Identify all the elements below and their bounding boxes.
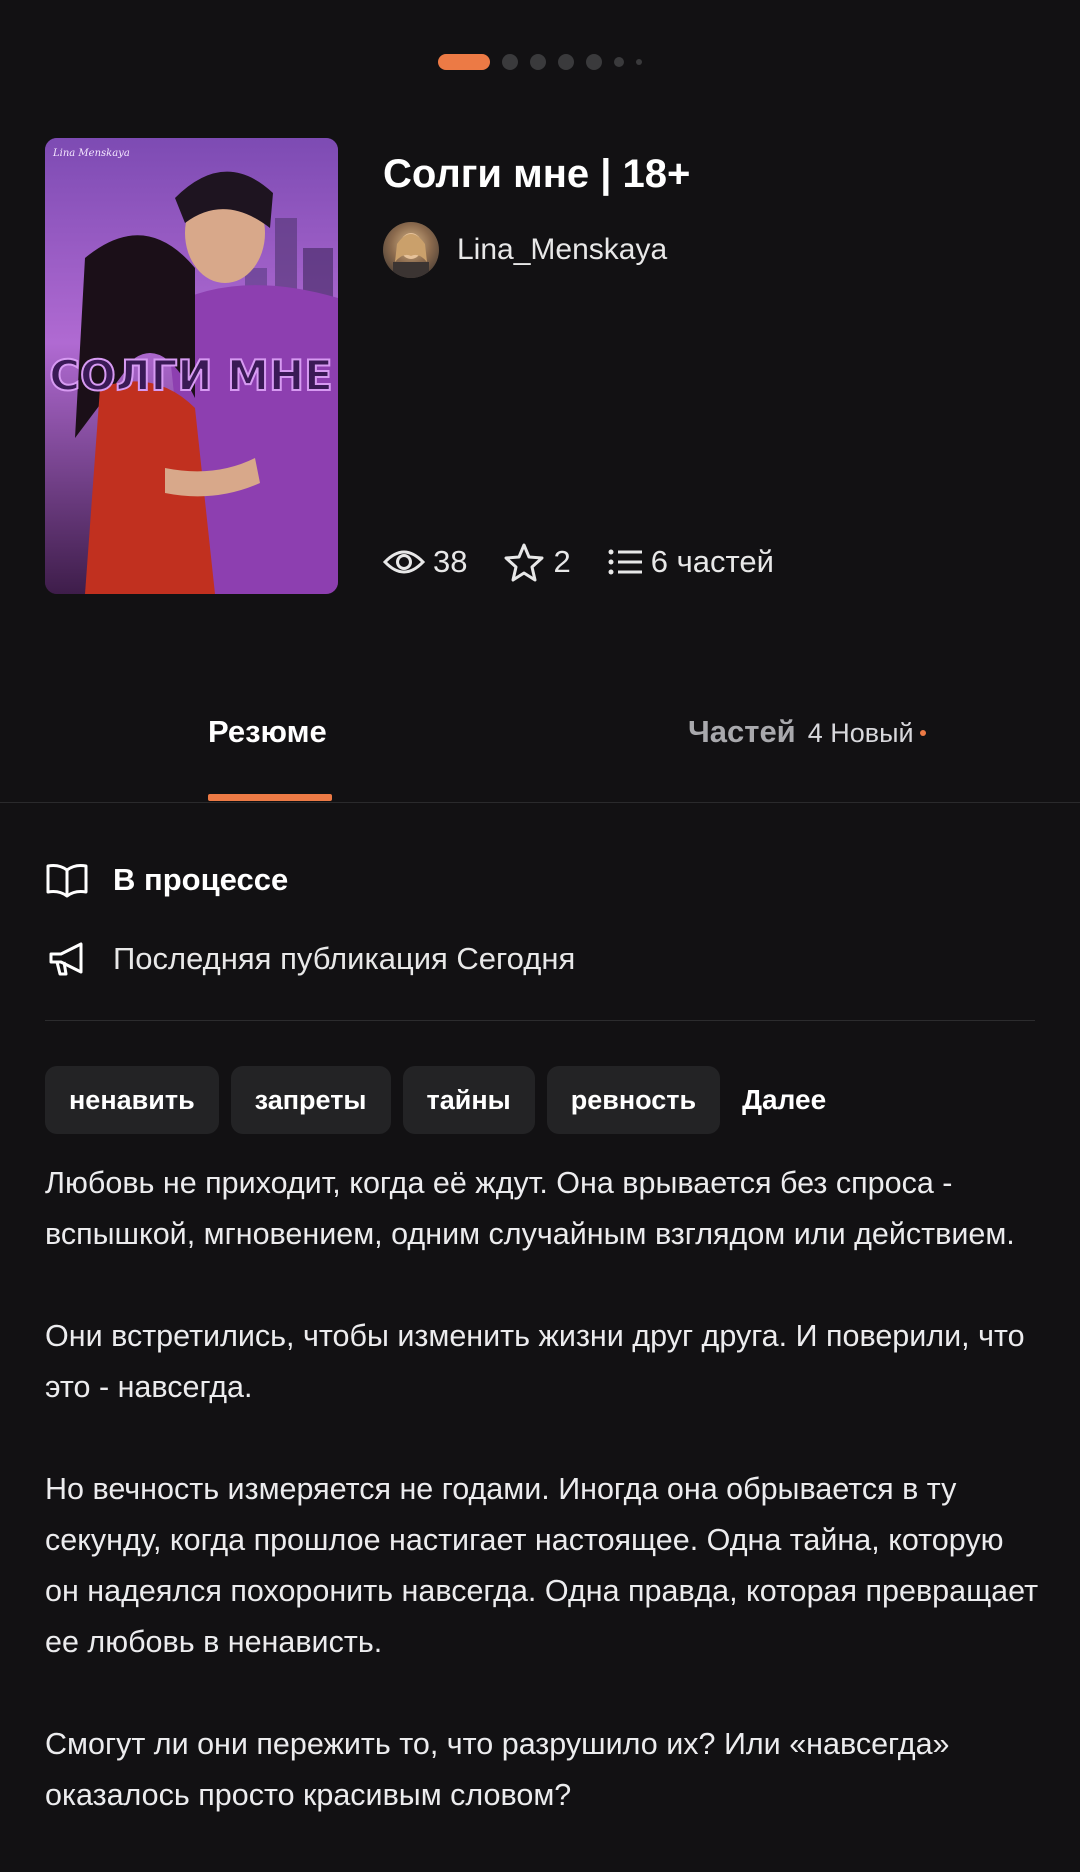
progress-status-text: В процессе	[113, 862, 289, 897]
book-description: Любовь не приходит, когда её ждут. Она в…	[45, 1158, 1045, 1872]
list-icon	[608, 549, 642, 575]
pager-dot[interactable]	[586, 54, 602, 70]
author-name[interactable]: Lina_Menskaya	[457, 233, 667, 267]
carousel-pager	[0, 52, 1080, 72]
views-stat: 38	[383, 544, 467, 580]
views-count: 38	[433, 544, 468, 579]
open-book-icon	[46, 864, 88, 898]
last-publication-text: Последняя публикация Сегодня	[113, 941, 576, 976]
pager-dot[interactable]	[614, 57, 624, 67]
parts-stat: 6 частей	[607, 544, 774, 580]
tags-more-button[interactable]: Далее	[742, 1084, 826, 1116]
tab-summary[interactable]: Резюме	[208, 714, 327, 750]
last-publication: Последняя публикация Сегодня	[45, 940, 575, 978]
tag-list: ненавить запреты тайны ревность Далее	[45, 1066, 826, 1134]
megaphone-icon	[49, 942, 83, 976]
author-row[interactable]: Lina_Menskaya	[383, 222, 667, 278]
tab-parts-new-count: 4 Новый	[807, 718, 914, 748]
pager-dot-active[interactable]	[438, 54, 490, 70]
cover-author-sign: Lina Menskaya	[52, 148, 130, 159]
book-title: Солги мне | 18+	[383, 152, 691, 196]
pager-dot[interactable]	[558, 54, 574, 70]
pager-dot[interactable]	[636, 59, 642, 65]
book-cover[interactable]: СОЛГИ МНЕ Lina Menskaya	[45, 138, 338, 594]
tab-bar: Резюме Частей 4 Новый	[0, 700, 1080, 803]
pager-dot[interactable]	[530, 54, 546, 70]
avatar[interactable]	[383, 222, 439, 278]
stars-stat: 2	[503, 542, 571, 582]
tab-parts-label: Частей	[688, 714, 796, 749]
tag-chip[interactable]: ревность	[546, 1066, 721, 1134]
progress-status: В процессе	[45, 862, 288, 898]
avatar-image	[393, 233, 429, 278]
tag-chip[interactable]: запреты	[230, 1066, 391, 1134]
parts-count: 6 частей	[650, 544, 774, 579]
tag-chip[interactable]: ненавить	[45, 1066, 219, 1134]
new-indicator-dot	[919, 730, 926, 736]
description-paragraph: Они встретились, чтобы изменить жизни др…	[45, 1319, 1025, 1404]
description-paragraph: Но вечность измеряется не годами. Иногда…	[45, 1472, 1039, 1659]
description-paragraph: Любовь не приходит, когда её ждут. Она в…	[45, 1166, 1015, 1251]
star-icon	[504, 543, 544, 582]
tab-active-indicator	[208, 794, 332, 801]
eye-icon	[383, 550, 425, 574]
cover-illustration: СОЛГИ МНЕ Lina Menskaya	[45, 138, 338, 594]
pager-dot[interactable]	[502, 54, 518, 70]
divider	[45, 1020, 1035, 1021]
tab-parts[interactable]: Частей 4 Новый	[688, 714, 926, 750]
description-paragraph: Смогут ли они пережить то, что разрушило…	[45, 1727, 950, 1812]
cover-title-text: СОЛГИ МНЕ	[49, 351, 333, 400]
book-stats: 38 2 6 частей	[383, 538, 810, 586]
stars-count: 2	[553, 544, 571, 579]
tag-chip[interactable]: тайны	[402, 1066, 535, 1134]
